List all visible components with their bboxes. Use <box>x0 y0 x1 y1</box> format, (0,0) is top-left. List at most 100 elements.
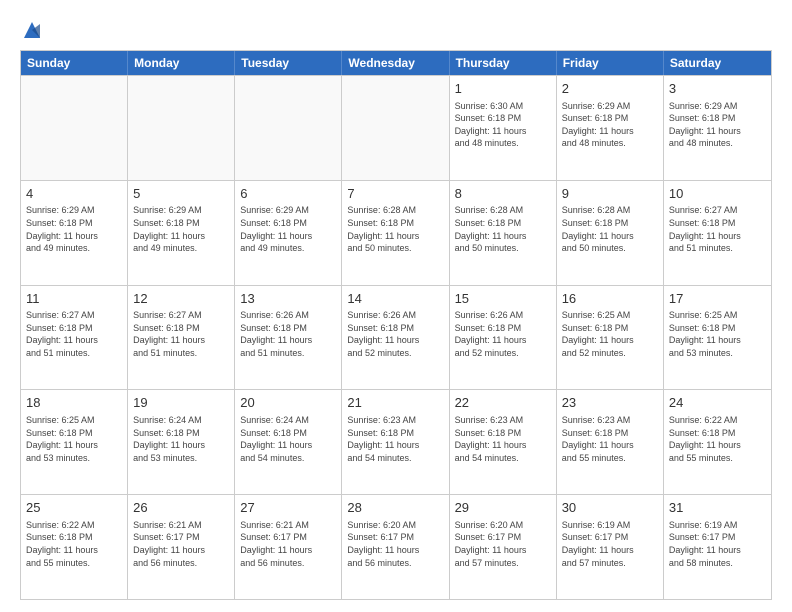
day-number: 1 <box>455 80 551 98</box>
cal-cell: 29 Sunrise: 6:20 AM Sunset: 6:17 PM Dayli… <box>450 495 557 599</box>
day-info: Sunrise: 6:30 AM Sunset: 6:18 PM Dayligh… <box>455 100 551 150</box>
cal-cell: 19Sunrise: 6:24 AM Sunset: 6:18 PM Dayli… <box>128 390 235 494</box>
day-number: 17 <box>669 290 766 308</box>
day-info: Sunrise: 6:25 AM Sunset: 6:18 PM Dayligh… <box>562 309 658 359</box>
cal-cell: 24Sunrise: 6:22 AM Sunset: 6:18 PM Dayli… <box>664 390 771 494</box>
cal-cell: 3 Sunrise: 6:29 AM Sunset: 6:18 PM Daylig… <box>664 76 771 180</box>
day-info: Sunrise: 6:19 AM Sunset: 6:17 PM Dayligh… <box>562 519 658 569</box>
day-header-tuesday: Tuesday <box>235 51 342 75</box>
day-number: 8 <box>455 185 551 203</box>
day-info: Sunrise: 6:29 AM Sunset: 6:18 PM Dayligh… <box>669 100 766 150</box>
calendar-body: 1 Sunrise: 6:30 AM Sunset: 6:18 PM Daylig… <box>21 75 771 599</box>
day-number: 5 <box>133 185 229 203</box>
cal-cell: 21 Sunrise: 6:23 AM Sunset: 6:18 PM Dayli… <box>342 390 449 494</box>
day-number: 13 <box>240 290 336 308</box>
week-row-3: 11 Sunrise: 6:27 AM Sunset: 6:18 PM Dayli… <box>21 285 771 390</box>
day-info: Sunrise: 6:21 AM Sunset: 6:17 PM Dayligh… <box>133 519 229 569</box>
day-number: 3 <box>669 80 766 98</box>
day-info: Sunrise: 6:21 AM Sunset: 6:17 PM Dayligh… <box>240 519 336 569</box>
day-info: Sunrise: 6:29 AM Sunset: 6:18 PM Dayligh… <box>133 204 229 254</box>
day-number: 30 <box>562 499 658 517</box>
day-info: Sunrise: 6:27 AM Sunset: 6:18 PM Dayligh… <box>669 204 766 254</box>
day-header-saturday: Saturday <box>664 51 771 75</box>
day-info: Sunrise: 6:20 AM Sunset: 6:17 PM Dayligh… <box>347 519 443 569</box>
cal-cell: 14Sunrise: 6:26 AM Sunset: 6:18 PM Dayli… <box>342 286 449 390</box>
week-row-1: 1 Sunrise: 6:30 AM Sunset: 6:18 PM Daylig… <box>21 75 771 180</box>
cal-cell <box>235 76 342 180</box>
header <box>20 16 772 40</box>
cal-cell: 7Sunrise: 6:28 AM Sunset: 6:18 PM Daylig… <box>342 181 449 285</box>
day-info: Sunrise: 6:28 AM Sunset: 6:18 PM Dayligh… <box>347 204 443 254</box>
calendar: SundayMondayTuesdayWednesdayThursdayFrid… <box>20 50 772 600</box>
day-info: Sunrise: 6:20 AM Sunset: 6:17 PM Dayligh… <box>455 519 551 569</box>
day-number: 10 <box>669 185 766 203</box>
day-info: Sunrise: 6:23 AM Sunset: 6:18 PM Dayligh… <box>455 414 551 464</box>
cal-cell: 18Sunrise: 6:25 AM Sunset: 6:18 PM Dayli… <box>21 390 128 494</box>
day-info: Sunrise: 6:22 AM Sunset: 6:18 PM Dayligh… <box>26 519 122 569</box>
day-number: 9 <box>562 185 658 203</box>
day-info: Sunrise: 6:26 AM Sunset: 6:18 PM Dayligh… <box>240 309 336 359</box>
day-number: 7 <box>347 185 443 203</box>
day-header-wednesday: Wednesday <box>342 51 449 75</box>
calendar-header: SundayMondayTuesdayWednesdayThursdayFrid… <box>21 51 771 75</box>
day-number: 24 <box>669 394 766 412</box>
day-number: 16 <box>562 290 658 308</box>
day-info: Sunrise: 6:27 AM Sunset: 6:18 PM Dayligh… <box>133 309 229 359</box>
day-number: 25 <box>26 499 122 517</box>
cal-cell: 23 Sunrise: 6:23 AM Sunset: 6:18 PM Dayli… <box>557 390 664 494</box>
day-number: 29 <box>455 499 551 517</box>
logo-icon <box>22 20 42 40</box>
day-number: 21 <box>347 394 443 412</box>
cal-cell <box>21 76 128 180</box>
cal-cell: 16Sunrise: 6:25 AM Sunset: 6:18 PM Dayli… <box>557 286 664 390</box>
day-info: Sunrise: 6:29 AM Sunset: 6:18 PM Dayligh… <box>562 100 658 150</box>
day-number: 2 <box>562 80 658 98</box>
cal-cell: 2 Sunrise: 6:29 AM Sunset: 6:18 PM Daylig… <box>557 76 664 180</box>
cal-cell: 9Sunrise: 6:28 AM Sunset: 6:18 PM Daylig… <box>557 181 664 285</box>
day-number: 6 <box>240 185 336 203</box>
cal-cell: 17Sunrise: 6:25 AM Sunset: 6:18 PM Dayli… <box>664 286 771 390</box>
cal-cell: 27Sunrise: 6:21 AM Sunset: 6:17 PM Dayli… <box>235 495 342 599</box>
day-info: Sunrise: 6:26 AM Sunset: 6:18 PM Dayligh… <box>347 309 443 359</box>
day-info: Sunrise: 6:24 AM Sunset: 6:18 PM Dayligh… <box>133 414 229 464</box>
cal-cell: 15Sunrise: 6:26 AM Sunset: 6:18 PM Dayli… <box>450 286 557 390</box>
cal-cell: 11Sunrise: 6:27 AM Sunset: 6:18 PM Dayli… <box>21 286 128 390</box>
day-header-friday: Friday <box>557 51 664 75</box>
day-info: Sunrise: 6:23 AM Sunset: 6:18 PM Dayligh… <box>347 414 443 464</box>
day-info: Sunrise: 6:29 AM Sunset: 6:18 PM Dayligh… <box>240 204 336 254</box>
cal-cell: 13Sunrise: 6:26 AM Sunset: 6:18 PM Dayli… <box>235 286 342 390</box>
logo <box>20 20 42 40</box>
day-info: Sunrise: 6:24 AM Sunset: 6:18 PM Dayligh… <box>240 414 336 464</box>
cal-cell: 25 Sunrise: 6:22 AM Sunset: 6:18 PM Dayli… <box>21 495 128 599</box>
cal-cell <box>342 76 449 180</box>
cal-cell <box>128 76 235 180</box>
day-number: 28 <box>347 499 443 517</box>
day-number: 15 <box>455 290 551 308</box>
day-number: 14 <box>347 290 443 308</box>
cal-cell: 20 Sunrise: 6:24 AM Sunset: 6:18 PM Dayli… <box>235 390 342 494</box>
cal-cell: 5Sunrise: 6:29 AM Sunset: 6:18 PM Daylig… <box>128 181 235 285</box>
day-header-monday: Monday <box>128 51 235 75</box>
day-header-sunday: Sunday <box>21 51 128 75</box>
week-row-2: 4Sunrise: 6:29 AM Sunset: 6:18 PM Daylig… <box>21 180 771 285</box>
cal-cell: 26 Sunrise: 6:21 AM Sunset: 6:17 PM Dayli… <box>128 495 235 599</box>
day-info: Sunrise: 6:25 AM Sunset: 6:18 PM Dayligh… <box>26 414 122 464</box>
day-number: 12 <box>133 290 229 308</box>
cal-cell: 31 Sunrise: 6:19 AM Sunset: 6:17 PM Dayli… <box>664 495 771 599</box>
day-header-thursday: Thursday <box>450 51 557 75</box>
day-info: Sunrise: 6:19 AM Sunset: 6:17 PM Dayligh… <box>669 519 766 569</box>
day-number: 20 <box>240 394 336 412</box>
week-row-5: 25 Sunrise: 6:22 AM Sunset: 6:18 PM Dayli… <box>21 494 771 599</box>
day-number: 26 <box>133 499 229 517</box>
day-info: Sunrise: 6:25 AM Sunset: 6:18 PM Dayligh… <box>669 309 766 359</box>
cal-cell: 6Sunrise: 6:29 AM Sunset: 6:18 PM Daylig… <box>235 181 342 285</box>
day-number: 11 <box>26 290 122 308</box>
day-number: 23 <box>562 394 658 412</box>
cal-cell: 12Sunrise: 6:27 AM Sunset: 6:18 PM Dayli… <box>128 286 235 390</box>
cal-cell: 22Sunrise: 6:23 AM Sunset: 6:18 PM Dayli… <box>450 390 557 494</box>
day-number: 31 <box>669 499 766 517</box>
day-info: Sunrise: 6:23 AM Sunset: 6:18 PM Dayligh… <box>562 414 658 464</box>
week-row-4: 18Sunrise: 6:25 AM Sunset: 6:18 PM Dayli… <box>21 389 771 494</box>
cal-cell: 10Sunrise: 6:27 AM Sunset: 6:18 PM Dayli… <box>664 181 771 285</box>
cal-cell: 1 Sunrise: 6:30 AM Sunset: 6:18 PM Daylig… <box>450 76 557 180</box>
